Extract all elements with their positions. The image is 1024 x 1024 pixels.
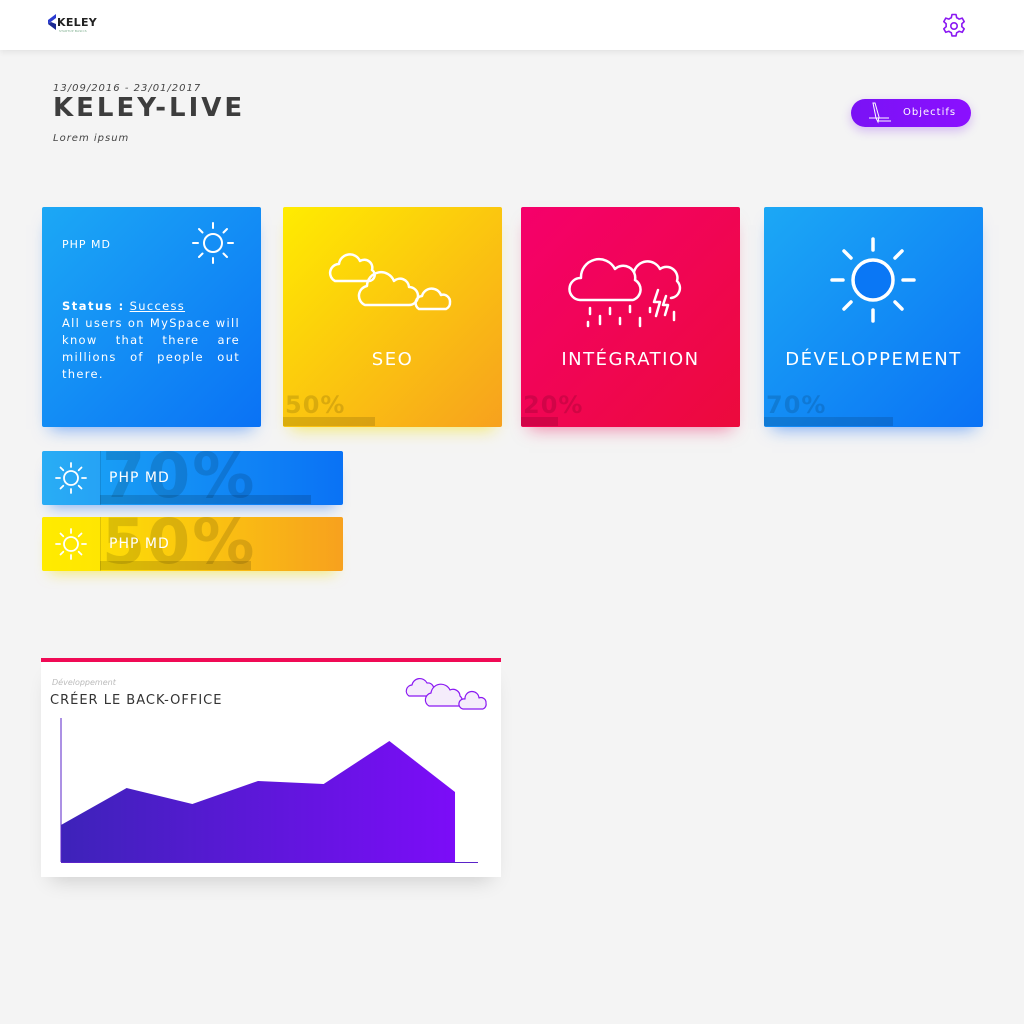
gear-icon[interactable] — [941, 13, 967, 39]
card-label: DÉVELOPPEMENT — [785, 349, 962, 370]
task-chart-card[interactable]: Développement CRÉER LE BACK-OFFICE — [41, 658, 501, 877]
card-status: Status : Success All users on MySpace wi… — [62, 298, 240, 383]
logo-mark-icon — [48, 14, 56, 30]
card-progress-bar — [283, 417, 375, 426]
top-header: KELEY STARTUP BASICS — [0, 0, 1024, 50]
card-progress-bar — [764, 417, 894, 426]
objectives-label: Objectifs — [903, 107, 957, 118]
card-percent: 50% — [285, 391, 346, 419]
card-title: PHP MD — [62, 238, 111, 251]
card-description: All users on MySpace will know that ther… — [62, 316, 240, 381]
sun-icon — [830, 237, 916, 323]
card-developpement[interactable]: DÉVELOPPEMENT 70% — [764, 207, 983, 427]
area-chart — [60, 718, 478, 863]
keley-logo[interactable]: KELEY STARTUP BASICS — [48, 13, 108, 37]
logo-subtext: STARTUP BASICS — [59, 29, 87, 33]
progress-label: PHP MD — [109, 470, 170, 486]
progress-label: PHP MD — [109, 536, 170, 552]
progress-fill — [100, 495, 311, 504]
card-percent: 20% — [523, 391, 584, 419]
objectives-button[interactable]: Objectifs — [851, 99, 971, 127]
progress-fill — [100, 561, 251, 570]
area-series — [61, 741, 456, 862]
card-label: INTÉGRATION — [561, 349, 700, 370]
card-integration[interactable]: INTÉGRATION 20% — [521, 207, 740, 427]
sun-icon — [55, 528, 87, 560]
pencil-icon — [869, 102, 891, 124]
cloudy-icon — [328, 253, 452, 311]
card-progress-bar — [521, 417, 559, 426]
card-seo[interactable]: SEO 50% — [283, 207, 502, 427]
sun-icon — [55, 462, 87, 494]
status-label: Status : — [62, 299, 125, 313]
progress-row-icon-box — [42, 451, 100, 505]
progress-row[interactable]: 50% PHP MD — [42, 517, 343, 571]
card-percent: 70% — [766, 391, 827, 419]
logo-text: KELEY — [57, 16, 98, 29]
progress-row[interactable]: 70% PHP MD — [42, 451, 343, 505]
progress-row-icon-box — [42, 517, 100, 571]
project-subtitle: Lorem ipsum — [53, 133, 130, 144]
storm-icon — [568, 258, 682, 328]
status-link[interactable]: Success — [130, 299, 185, 313]
page-title: KELEY-LIVE — [53, 93, 246, 123]
card-label: SEO — [371, 349, 414, 370]
sun-icon — [192, 222, 234, 264]
card-php-md[interactable]: PHP MD Status : Success All users on MyS… — [42, 207, 261, 427]
